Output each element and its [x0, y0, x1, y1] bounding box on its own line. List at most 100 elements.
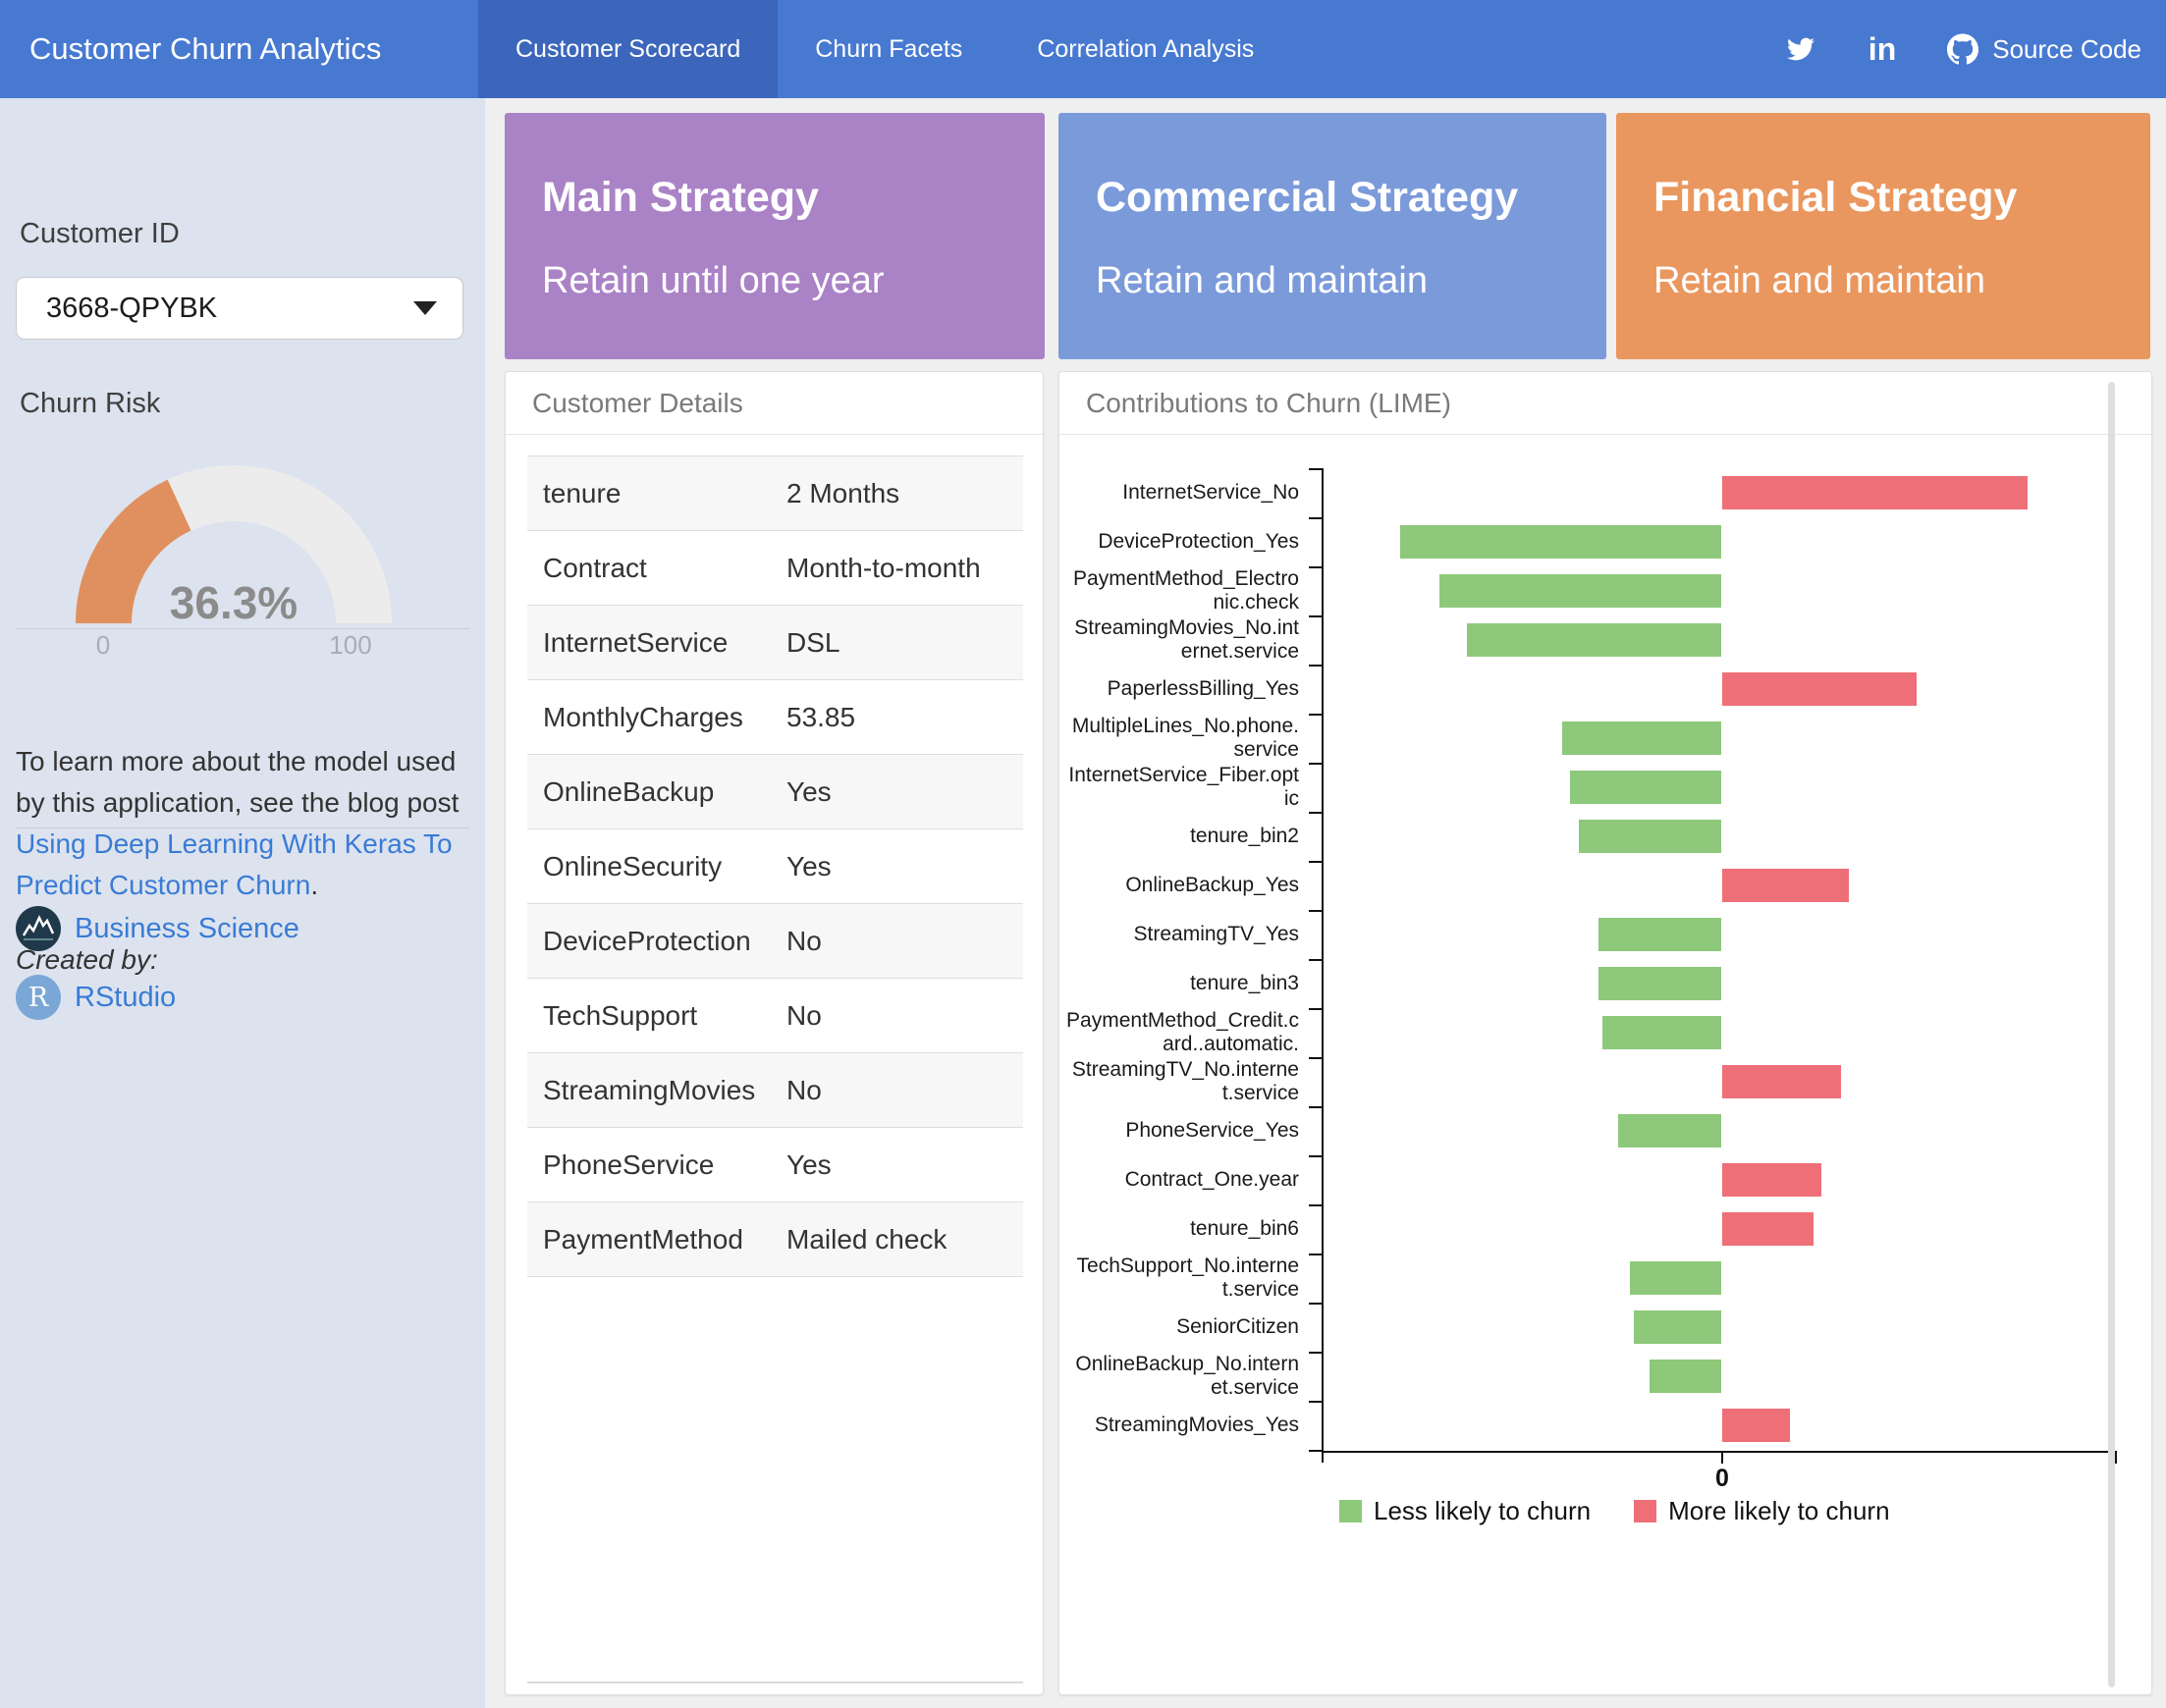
- chart-bar: [1722, 1163, 1821, 1197]
- rstudio-logo: R: [16, 975, 61, 1020]
- table-row: TechSupportNo: [527, 979, 1023, 1053]
- detail-label: OnlineSecurity: [527, 851, 786, 882]
- divider: [506, 434, 1043, 435]
- y-axis-tick: [1309, 1401, 1322, 1403]
- y-axis-tick: [1309, 665, 1322, 667]
- chart-category-label: Contract_One.year: [1059, 1155, 1299, 1204]
- chart-category-label: OnlineBackup_No.internet.service: [1059, 1352, 1299, 1401]
- chart-bar: [1602, 1016, 1721, 1049]
- x-axis-zero-tick-label: 0: [1688, 1465, 1757, 1493]
- y-axis-tick: [1309, 812, 1322, 814]
- chart-bar: [1630, 1261, 1721, 1295]
- y-axis-tick: [1309, 517, 1322, 519]
- chart-category-label: PaymentMethod_Electronic.check: [1059, 566, 1299, 615]
- detail-value: DSL: [786, 627, 1023, 659]
- y-axis-tick: [1309, 1254, 1322, 1255]
- table-row: DeviceProtectionNo: [527, 904, 1023, 979]
- detail-value: No: [786, 1075, 1023, 1106]
- app-title: Customer Churn Analytics: [0, 0, 478, 98]
- detail-label: Contract: [527, 553, 786, 584]
- table-row: OnlineBackupYes: [527, 755, 1023, 829]
- app-root: Customer Churn Analytics Customer Scorec…: [0, 0, 2166, 1708]
- table-row: PaymentMethodMailed check: [527, 1202, 1023, 1277]
- sidebar: Customer ID 3668-QPYBK Churn Risk 36.3% …: [0, 98, 485, 1708]
- rstudio-link[interactable]: RStudio: [75, 982, 176, 1014]
- business-science-link[interactable]: Business Science: [75, 913, 299, 945]
- navbar-links: in Source Code: [1784, 0, 2141, 98]
- navbar: Customer Churn Analytics Customer Scorec…: [0, 0, 2166, 98]
- detail-label: StreamingMovies: [527, 1075, 786, 1106]
- chart-bar: [1439, 574, 1721, 608]
- chevron-down-icon: [413, 301, 437, 315]
- divider: [1059, 434, 2151, 435]
- customer-details-header: Customer Details: [532, 388, 743, 419]
- chart-legend: Less likely to churn More likely to churn: [1339, 1496, 1916, 1526]
- source-code-label: Source Code: [1992, 34, 2141, 65]
- chart-category-label: OnlineBackup_Yes: [1059, 861, 1299, 910]
- tab-correlation-analysis[interactable]: Correlation Analysis: [1000, 0, 1291, 98]
- tab-churn-facets[interactable]: Churn Facets: [778, 0, 1000, 98]
- y-axis-tick: [1309, 861, 1322, 863]
- legend-swatch: [1634, 1500, 1656, 1522]
- lime-chart-panel: Contributions to Churn (LIME) InternetSe…: [1058, 371, 2152, 1695]
- table-row: PhoneServiceYes: [527, 1128, 1023, 1202]
- main-strategy-card: Main Strategy Retain until one year: [505, 113, 1045, 359]
- y-axis-tick: [1309, 1450, 1322, 1452]
- legend-label: More likely to churn: [1668, 1496, 1889, 1526]
- chart-category-label: PhoneService_Yes: [1059, 1106, 1299, 1155]
- lime-chart-header: Contributions to Churn (LIME): [1086, 388, 1451, 419]
- chart-category-label: tenure_bin6: [1059, 1204, 1299, 1254]
- table-row: OnlineSecurityYes: [527, 829, 1023, 904]
- chart-category-label: DeviceProtection_Yes: [1059, 517, 1299, 566]
- twitter-icon[interactable]: [1784, 35, 1817, 63]
- chart-bar: [1722, 672, 1917, 706]
- detail-value: No: [786, 1000, 1023, 1032]
- nav-tabs: Customer ScorecardChurn FacetsCorrelatio…: [478, 0, 1291, 98]
- chart-bar: [1634, 1310, 1721, 1344]
- gauge-max-label: 100: [321, 630, 380, 661]
- chart-category-label: PaymentMethod_Credit.card..automatic.: [1059, 1008, 1299, 1057]
- tab-customer-scorecard[interactable]: Customer Scorecard: [478, 0, 778, 98]
- gauge-value: 36.3%: [76, 576, 392, 629]
- detail-label: tenure: [527, 478, 786, 509]
- customer-id-value: 3668-QPYBK: [17, 293, 413, 325]
- main-strategy-subtitle: Retain until one year: [542, 260, 885, 302]
- y-axis-tick: [1309, 1352, 1322, 1354]
- table-row: MonthlyCharges53.85: [527, 680, 1023, 755]
- chart-bar: [1467, 623, 1721, 657]
- divider: [527, 1681, 1023, 1683]
- y-axis-tick: [1309, 763, 1322, 765]
- chart-category-label: StreamingMovies_No.internet.service: [1059, 615, 1299, 665]
- blog-post-link[interactable]: Using Deep Learning With Keras To Predic…: [16, 828, 453, 900]
- chart-category-label: tenure_bin2: [1059, 812, 1299, 861]
- x-axis-tick: [1721, 1451, 1723, 1464]
- chart-bar: [1650, 1360, 1721, 1393]
- chart-category-label: StreamingTV_No.internet.service: [1059, 1057, 1299, 1106]
- customer-id-select[interactable]: 3668-QPYBK: [16, 277, 463, 340]
- y-axis-tick: [1309, 1057, 1322, 1059]
- business-science-logo: [16, 906, 61, 951]
- chart-bar: [1722, 869, 1849, 902]
- chart-scrollbar[interactable]: [2108, 382, 2115, 1687]
- y-axis-tick: [1309, 959, 1322, 961]
- financial-strategy-card: Financial Strategy Retain and maintain: [1616, 113, 2150, 359]
- chart-category-label: TechSupport_No.internet.service: [1059, 1254, 1299, 1303]
- detail-value: No: [786, 926, 1023, 957]
- detail-label: PaymentMethod: [527, 1224, 786, 1255]
- financial-strategy-subtitle: Retain and maintain: [1653, 260, 1985, 302]
- legend-label: Less likely to churn: [1374, 1496, 1591, 1526]
- detail-value: Month-to-month: [786, 553, 1023, 584]
- commercial-strategy-title: Commercial Strategy: [1096, 174, 1518, 222]
- chart-bar: [1722, 1212, 1814, 1246]
- chart-category-label: tenure_bin3: [1059, 959, 1299, 1008]
- detail-value: Yes: [786, 1149, 1023, 1181]
- y-axis-tick: [1309, 1008, 1322, 1010]
- chart-category-label: StreamingMovies_Yes: [1059, 1401, 1299, 1450]
- linkedin-icon[interactable]: in: [1868, 31, 1896, 68]
- churn-risk-label: Churn Risk: [20, 388, 160, 420]
- divider: [16, 827, 469, 828]
- customer-id-label: Customer ID: [20, 218, 180, 250]
- chart-bar: [1400, 525, 1721, 559]
- source-code-link[interactable]: Source Code: [1947, 33, 2141, 65]
- main-strategy-title: Main Strategy: [542, 174, 819, 222]
